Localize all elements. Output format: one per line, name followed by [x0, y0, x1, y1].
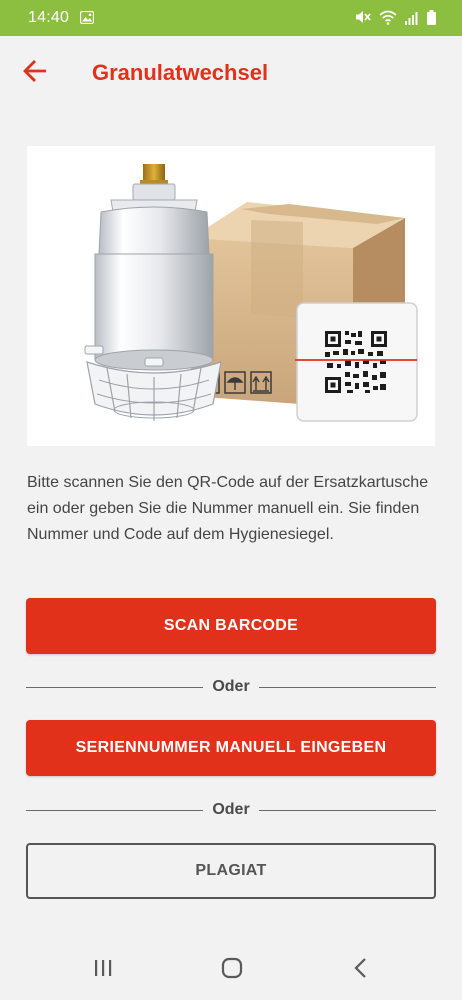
- manual-serial-button[interactable]: SERIENNUMMER MANUELL EINGEBEN: [26, 720, 436, 776]
- status-time: 14:40: [28, 9, 70, 26]
- battery-icon: [427, 9, 436, 30]
- qr-code-card: [295, 302, 418, 422]
- divider-line: [26, 686, 204, 688]
- wifi-icon: [379, 9, 397, 30]
- mute-icon: [355, 9, 371, 30]
- back-icon: [353, 957, 369, 984]
- app-bar: Granulatwechsel: [0, 36, 462, 110]
- page-title: Granulatwechsel: [92, 60, 269, 85]
- status-bar: 14:40: [0, 0, 462, 36]
- plagiat-button[interactable]: PLAGIAT: [26, 843, 436, 899]
- hero-illustration: [27, 146, 435, 446]
- divider-line: [258, 686, 436, 688]
- scan-barcode-button[interactable]: SCAN BARCODE: [26, 598, 436, 654]
- divider-label: Oder: [212, 801, 250, 818]
- divider-oder-1: Oder: [26, 677, 436, 697]
- filter-cartridge: [84, 164, 222, 421]
- signal-icon: [405, 10, 419, 30]
- divider-label: Oder: [212, 678, 250, 695]
- divider-oder-2: Oder: [26, 800, 436, 820]
- instruction-text: Bitte scannen Sie den QR-Code auf der Er…: [27, 474, 429, 543]
- image-icon: [79, 10, 95, 29]
- back-button[interactable]: [18, 56, 52, 90]
- home-button[interactable]: [217, 956, 247, 984]
- recent-apps-icon: [92, 958, 114, 983]
- home-icon: [220, 956, 244, 985]
- system-nav-bar: [0, 940, 462, 1000]
- arrow-left-icon: [22, 59, 48, 88]
- divider-line: [258, 809, 436, 811]
- divider-line: [26, 809, 204, 811]
- system-back-button[interactable]: [346, 956, 376, 984]
- recent-apps-button[interactable]: [88, 956, 118, 984]
